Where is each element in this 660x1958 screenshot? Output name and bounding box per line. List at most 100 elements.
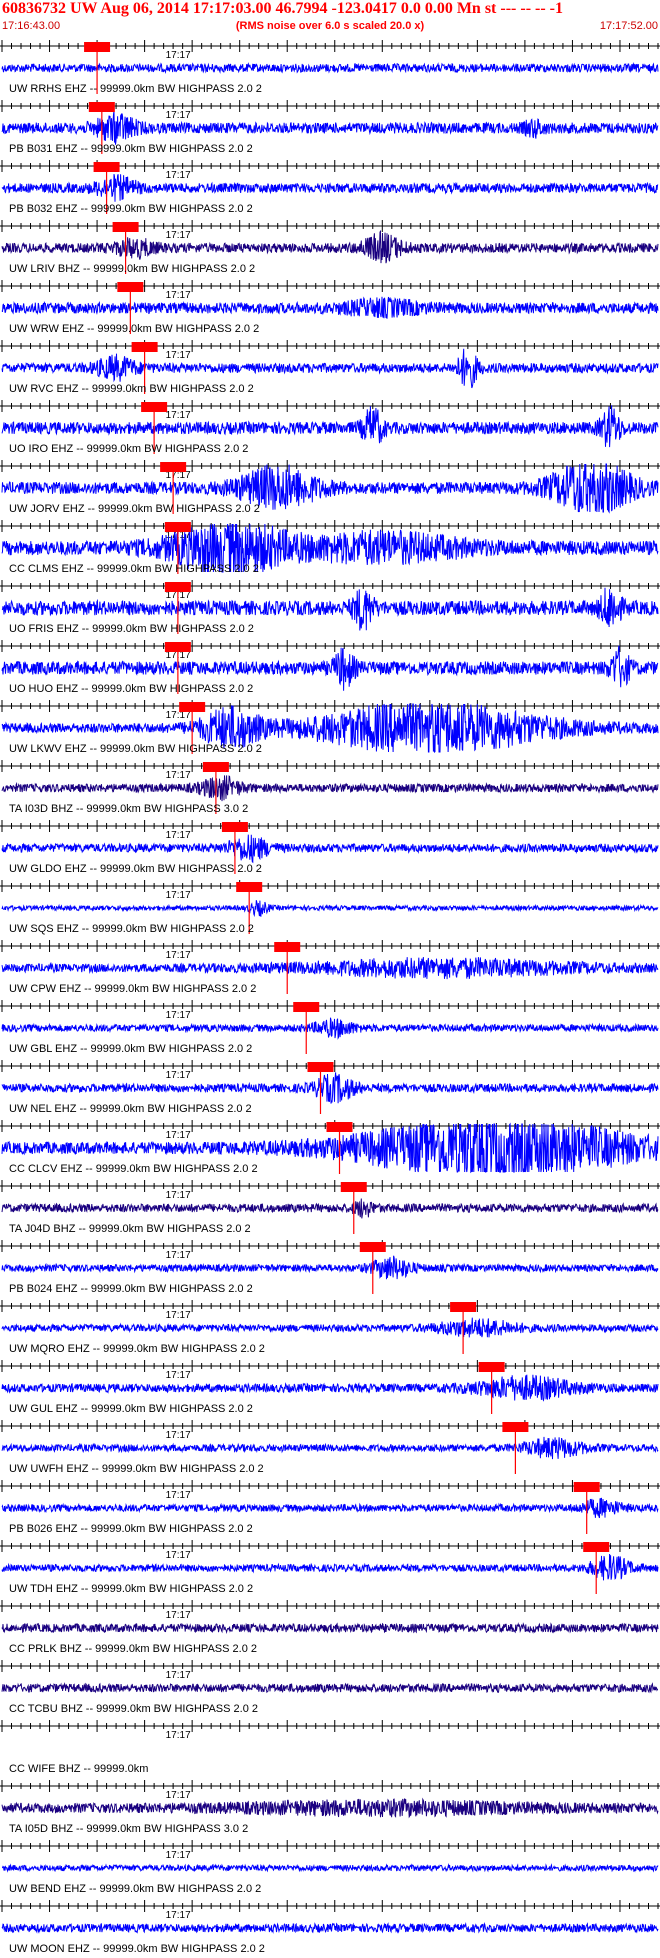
pick-box [450,1302,477,1312]
station-label: CC CLCV EHZ -- 99999.0km BW HIGHPASS 2.0… [9,1163,258,1175]
waveform-trace [1,1553,659,1581]
station-label: UW RRHS EHZ -- 99999.0km BW HIGHPASS 2.0… [9,83,262,95]
pick-box [359,1242,386,1252]
event-title: 60836732 UW Aug 06, 2014 17:17:03.00 46.… [2,0,563,17]
minute-label: 17:17 [166,830,191,841]
pick-box [179,702,206,712]
minute-label: 17:17 [166,890,191,901]
minute-label: 17:17 [166,1070,191,1081]
pick-box [202,762,229,772]
waveform-trace [1,1622,659,1634]
waveform-trace [1,173,659,202]
waveform-trace [1,1436,659,1460]
minute-label: 17:17 [166,1490,191,1501]
pick-box [221,822,248,832]
waveform-trace [1,1497,659,1519]
waveform-trace [1,1922,659,1934]
minute-label: 17:17 [166,770,191,781]
waveform-trace [1,110,659,145]
pick-box [164,582,191,592]
minute-label: 17:17 [166,170,191,181]
station-label: UW GLDO EHZ -- 99999.0km BW HIGHPASS 2.0… [9,863,262,875]
waveform-trace [1,900,659,918]
pick-box [131,342,158,352]
waveform-trace [1,61,659,74]
station-label: UW MOON EHZ -- 99999.0km BW HIGHPASS 2.0… [9,1943,265,1955]
pick-box [84,42,111,52]
minute-label: 17:17 [166,50,191,61]
station-label: UO IRO EHZ -- 99999.0km BW HIGHPASS 2.0 … [9,443,248,455]
minute-label: 17:17 [166,1010,191,1021]
station-label: UO FRIS EHZ -- 99999.0km BW HIGHPASS 2.0… [9,623,254,635]
waveform-trace [1,1797,659,1819]
pick-box [340,1182,367,1192]
pick-box [164,642,191,652]
station-label: PB B026 EHZ -- 99999.0km BW HIGHPASS 2.0… [9,1523,253,1535]
pick-box [573,1482,600,1492]
waveform-trace [1,957,659,980]
waveform-trace [1,1017,659,1040]
minute-label: 17:17 [166,1250,191,1261]
waveform-trace [1,1317,659,1338]
minute-label: 17:17 [166,1850,191,1861]
station-label: UW LKWV EHZ -- 99999.0km BW HIGHPASS 2.0… [9,743,262,755]
seismogram-plot: 17:17 UW RRHS EHZ -- 99999.0km BW HIGHPAS… [0,40,660,1955]
minute-label: 17:17 [166,1190,191,1201]
station-label: UW MQRO EHZ -- 99999.0km BW HIGHPASS 2.0… [9,1343,265,1355]
minute-label: 17:17 [166,1130,191,1141]
station-label: UW UWFH EHZ -- 99999.0km BW HIGHPASS 2.0… [9,1463,264,1475]
station-label: CC PRLK BHZ -- 99999.0km BW HIGHPASS 2.0… [9,1643,257,1655]
station-label: CC WIFE BHZ -- 99999.0km [9,1763,148,1775]
station-label: TA I05D BHZ -- 99999.0km BW HIGHPASS 3.0… [9,1823,248,1835]
station-label: PB B031 EHZ -- 99999.0km BW HIGHPASS 2.0… [9,143,253,155]
pick-box [307,1062,334,1072]
station-label: UW SQS EHZ -- 99999.0km BW HIGHPASS 2.0 … [9,923,254,935]
waveform-trace [1,1072,659,1104]
pick-box [274,942,301,952]
minute-label: 17:17 [166,350,191,361]
pick-box [502,1422,529,1432]
pick-box [236,882,263,892]
waveform-trace [1,296,659,319]
minute-label: 17:17 [166,410,191,421]
station-label: TA I03D BHZ -- 99999.0km BW HIGHPASS 3.0… [9,803,248,815]
station-label: UW GUL EHZ -- 99999.0km BW HIGHPASS 2.0 … [9,1403,253,1415]
station-label: CC CLMS EHZ -- 99999.0km BW HIGHPASS 2.0… [9,563,259,575]
waveform-trace [1,405,659,448]
station-label: UW WRW EHZ -- 99999.0km BW HIGHPASS 2.0 … [9,323,259,335]
waveform-trace [1,1255,659,1280]
station-label: PB B032 EHZ -- 99999.0km BW HIGHPASS 2.0… [9,203,253,215]
minute-label: 17:17 [166,110,191,121]
minute-label: 17:17 [166,950,191,961]
minute-label: 17:17 [166,1430,191,1441]
minute-label: 17:17 [166,1730,191,1741]
pick-box [117,282,144,292]
station-label: PB B024 EHZ -- 99999.0km BW HIGHPASS 2.0… [9,1283,253,1295]
station-label: CC TCBU BHZ -- 99999.0km BW HIGHPASS 2.0… [9,1703,258,1715]
minute-label: 17:17 [166,1550,191,1561]
station-label: UW RVC EHZ -- 99999.0km BW HIGHPASS 2.0 … [9,383,254,395]
waveform-trace [1,1374,659,1402]
station-label: UW JORV EHZ -- 99999.0km BW HIGHPASS 2.0… [9,503,260,515]
waveform-trace [1,229,659,264]
minute-label: 17:17 [166,1610,191,1621]
pick-box [160,462,187,472]
rms-note: (RMS noise over 6.0 s scaled 20.0 x) [235,20,425,32]
end-time: 17:17:52.00 [599,20,658,32]
minute-label: 17:17 [166,290,191,301]
station-label: UW LRIV BHZ -- 99999.0km BW HIGHPASS 2.0… [9,263,255,275]
waveform-trace [1,1682,658,1694]
station-label: UO HUO EHZ -- 99999.0km BW HIGHPASS 2.0 … [9,683,253,695]
waveform-trace [1,1198,659,1219]
minute-label: 17:17 [166,1370,191,1381]
minute-label: 17:17 [166,1310,191,1321]
pick-box [93,162,120,172]
plot-header: 60836732 UW Aug 06, 2014 17:17:03.00 46.… [0,0,660,38]
station-label: UW TDH EHZ -- 99999.0km BW HIGHPASS 2.0 … [9,1583,253,1595]
pick-box [583,1542,610,1552]
station-label: UW GBL EHZ -- 99999.0km BW HIGHPASS 2.0 … [9,1043,252,1055]
station-label: UW NEL EHZ -- 99999.0km BW HIGHPASS 2.0 … [9,1103,252,1115]
pick-box [164,522,191,532]
station-label: UW CPW EHZ -- 99999.0km BW HIGHPASS 2.0 … [9,983,256,995]
minute-label: 17:17 [166,1910,191,1921]
